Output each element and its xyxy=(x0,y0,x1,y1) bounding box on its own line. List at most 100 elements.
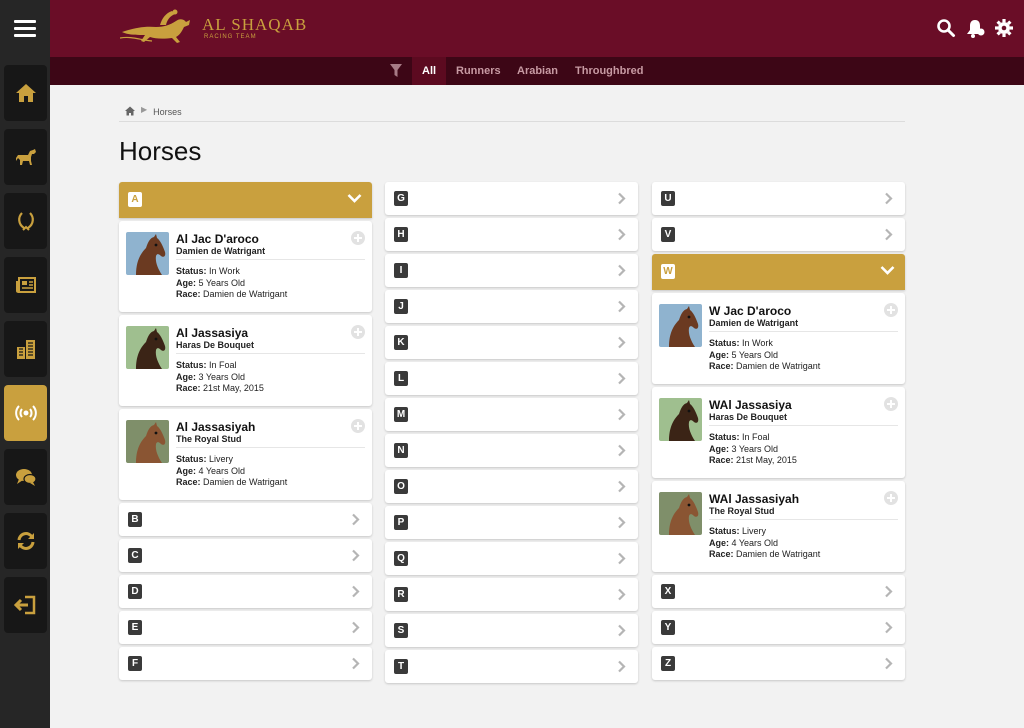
sidebar-item-home[interactable] xyxy=(4,65,47,121)
brand-logo[interactable]: AL SHAQAB RACING TEAM xyxy=(120,8,307,48)
letter-badge: I xyxy=(394,263,408,278)
sidebar-item-logout[interactable] xyxy=(4,577,47,633)
chevron-right-icon xyxy=(618,660,626,673)
letter-row-d[interactable]: D xyxy=(119,575,372,608)
status-label: Status: xyxy=(709,338,740,348)
letter-row-r[interactable]: R xyxy=(385,578,638,611)
letter-column: A Al Jac D'aroco Damien de Watrigant Status… xyxy=(119,182,372,683)
letter-badge: K xyxy=(394,335,408,350)
horse-race: Damien de Watrigant xyxy=(203,477,288,487)
sidebar-item-achievements[interactable] xyxy=(4,193,47,249)
tab-all[interactable]: All xyxy=(412,57,447,85)
letter-row-a-expanded[interactable]: A xyxy=(119,182,372,218)
horse-thumbnail xyxy=(659,492,702,535)
chevron-down-icon xyxy=(347,194,362,203)
horse-age: 4 Years Old xyxy=(731,537,779,548)
horse-card[interactable]: Al Jac D'aroco Damien de Watrigant Status:… xyxy=(119,221,372,312)
horse-photo xyxy=(659,492,702,535)
horse-thumbnail xyxy=(126,232,169,275)
letter-row-z[interactable]: Z xyxy=(652,647,905,680)
letter-row-b[interactable]: B xyxy=(119,503,372,536)
add-plus-icon[interactable] xyxy=(884,491,898,505)
sidebar-item-live[interactable] xyxy=(4,385,47,441)
sidebar-item-horses[interactable] xyxy=(4,129,47,185)
add-plus-icon[interactable] xyxy=(884,303,898,317)
hamburger-menu-icon[interactable] xyxy=(0,0,50,57)
horse-thumbnail xyxy=(659,398,702,441)
letter-row-y[interactable]: Y xyxy=(652,611,905,644)
horse-thumbnail xyxy=(659,304,702,347)
horse-age: 5 Years Old xyxy=(198,277,246,288)
sidebar-item-stables[interactable] xyxy=(4,321,47,377)
chevron-down-icon xyxy=(880,266,895,275)
horse-card[interactable]: WAl Jassasiya Haras De Bouquet Status: In … xyxy=(652,387,905,478)
letter-badge: S xyxy=(394,623,408,638)
letter-badge: M xyxy=(394,407,408,422)
home-icon[interactable] xyxy=(125,106,135,116)
search-icon[interactable] xyxy=(935,17,957,39)
letter-row-i[interactable]: I xyxy=(385,254,638,287)
letter-row-m[interactable]: M xyxy=(385,398,638,431)
horse-age: 5 Years Old xyxy=(731,349,779,360)
add-plus-icon[interactable] xyxy=(884,397,898,411)
add-plus-icon[interactable] xyxy=(351,325,365,339)
letter-row-l[interactable]: L xyxy=(385,362,638,395)
chevron-right-icon xyxy=(885,192,893,205)
bell-icon[interactable] xyxy=(964,17,986,39)
letter-row-q[interactable]: Q xyxy=(385,542,638,575)
letter-row-e[interactable]: E xyxy=(119,611,372,644)
tab-arabian[interactable]: Arabian xyxy=(507,57,568,85)
tab-throughbred[interactable]: Throughbred xyxy=(565,57,653,85)
race-label: Race: xyxy=(709,455,734,465)
letter-row-w-expanded[interactable]: W xyxy=(652,254,905,290)
gear-icon[interactable] xyxy=(993,17,1015,39)
divider xyxy=(176,353,365,354)
letter-row-g[interactable]: G xyxy=(385,182,638,215)
horse-details: Status: Livery Age: 4 Years Old Race: Dami… xyxy=(176,454,287,489)
sidebar-item-news[interactable] xyxy=(4,257,47,313)
horse-card[interactable]: Al Jassasiyah The Royal Stud Status: Liver… xyxy=(119,409,372,500)
letter-row-n[interactable]: N xyxy=(385,434,638,467)
breadcrumb: ▶ Horses xyxy=(119,104,905,122)
app-header: AL SHAQAB RACING TEAM xyxy=(50,0,1024,57)
sidebar-item-messages[interactable] xyxy=(4,449,47,505)
horse-name: WAl Jassasiyah xyxy=(709,492,800,506)
horse-race: Damien de Watrigant xyxy=(203,289,288,299)
tab-runners[interactable]: Runners xyxy=(446,57,511,85)
letter-badge: E xyxy=(128,620,142,635)
letter-row-j[interactable]: J xyxy=(385,290,638,323)
race-label: Race: xyxy=(176,289,201,299)
horse-race: Damien de Watrigant xyxy=(736,361,821,371)
letter-row-o[interactable]: O xyxy=(385,470,638,503)
filter-icon[interactable] xyxy=(389,63,403,79)
letter-badge: Z xyxy=(661,656,675,671)
brand-name: AL SHAQAB xyxy=(202,15,308,34)
horse-details: Status: In Work Age: 5 Years Old Race: Dam… xyxy=(709,338,820,373)
letter-row-c[interactable]: C xyxy=(119,539,372,572)
chevron-right-icon xyxy=(618,264,626,277)
horse-race: Damien de Watrigant xyxy=(736,549,821,559)
horse-status: Livery xyxy=(742,526,767,536)
horse-photo xyxy=(126,232,169,275)
horse-photo xyxy=(126,420,169,463)
horse-card[interactable]: Al Jassasiya Haras De Bouquet Status: In F… xyxy=(119,315,372,406)
letter-row-s[interactable]: S xyxy=(385,614,638,647)
age-label: Age: xyxy=(709,537,729,548)
letter-row-p[interactable]: P xyxy=(385,506,638,539)
sidebar-item-sync[interactable] xyxy=(4,513,47,569)
divider xyxy=(709,425,898,426)
letter-row-k[interactable]: K xyxy=(385,326,638,359)
letter-row-h[interactable]: H xyxy=(385,218,638,251)
add-plus-icon[interactable] xyxy=(351,231,365,245)
age-label: Age: xyxy=(709,349,729,360)
letter-row-u[interactable]: U xyxy=(652,182,905,215)
horse-card[interactable]: W Jac D'aroco Damien de Watrigant Status: … xyxy=(652,293,905,384)
letter-row-v[interactable]: V xyxy=(652,218,905,251)
add-plus-icon[interactable] xyxy=(351,419,365,433)
letter-row-f[interactable]: F xyxy=(119,647,372,680)
letter-row-t[interactable]: T xyxy=(385,650,638,683)
horse-card[interactable]: WAl Jassasiyah The Royal Stud Status: Live… xyxy=(652,481,905,572)
divider xyxy=(709,519,898,520)
letter-row-x[interactable]: X xyxy=(652,575,905,608)
status-label: Status: xyxy=(709,526,740,536)
